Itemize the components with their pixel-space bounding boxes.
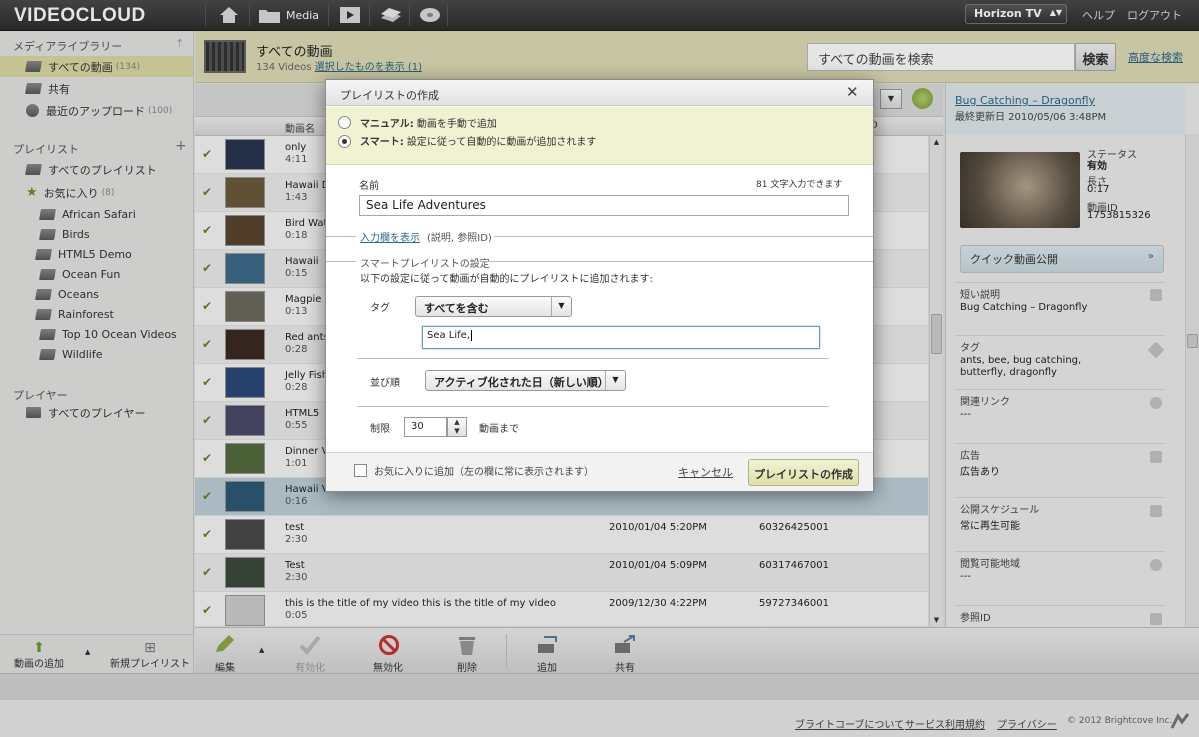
- stepper-down-icon[interactable]: ▼: [454, 427, 459, 435]
- tag-match-select[interactable]: すべてを含む ▼: [415, 296, 572, 317]
- divider: [494, 236, 873, 237]
- manual-option-label[interactable]: マニュアル: 動画を手動で追加: [360, 115, 497, 130]
- divider: [486, 261, 873, 262]
- smart-radio[interactable]: [338, 135, 351, 148]
- smart-option-label[interactable]: スマート: 設定に従って自動的に動画が追加されます: [360, 133, 596, 148]
- divider: [357, 406, 829, 407]
- limit-stepper[interactable]: ▲ ▼: [447, 417, 467, 437]
- manual-radio[interactable]: [338, 116, 351, 129]
- sort-order-label: 並び順: [370, 378, 400, 389]
- char-remaining: 81 文字入力できます: [756, 180, 843, 190]
- divider: [357, 358, 829, 359]
- dropdown-arrow-icon: ▼: [605, 371, 625, 390]
- smart-description: 設定に従って自動的に動画が追加されます: [406, 137, 597, 148]
- limit-field[interactable]: 30: [404, 417, 447, 437]
- add-to-favorites-label[interactable]: お気に入りに追加（左の欄に常に表示されます）: [374, 463, 594, 478]
- cancel-button[interactable]: キャンセル: [678, 464, 733, 480]
- sort-order-select[interactable]: アクティブ化された日（新しい順） ▼: [425, 370, 626, 391]
- create-playlist-button[interactable]: プレイリストの作成: [748, 459, 859, 486]
- smart-settings-header: スマートプレイリストの設定: [360, 259, 490, 270]
- dropdown-arrow-icon: ▼: [551, 297, 571, 316]
- tags-input[interactable]: Sea Life,: [422, 326, 820, 349]
- manual-description: 動画を手動で追加: [416, 119, 497, 130]
- add-to-favorites-checkbox[interactable]: [354, 464, 367, 477]
- dialog-title: プレイリストの作成: [326, 80, 873, 106]
- create-playlist-dialog: プレイリストの作成 ✕ マニュアル: 動画を手動で追加 スマート: 設定に従って…: [325, 79, 874, 492]
- tag-match-value: すべてを含む: [424, 302, 489, 315]
- smart-title: スマート:: [360, 137, 404, 148]
- divider: [326, 236, 356, 237]
- limit-label: 制限: [370, 424, 390, 435]
- divider: [326, 261, 356, 262]
- name-label: 名前: [359, 181, 379, 192]
- stepper-up-icon[interactable]: ▲: [454, 418, 459, 426]
- show-fields-link[interactable]: 入力欄を表示: [360, 229, 420, 244]
- sort-order-value: アクティブ化された日（新しい順）: [434, 376, 609, 389]
- smart-settings-description: 以下の設定に従って動画が自動的にプレイリストに追加されます:: [360, 274, 653, 285]
- show-fields-hint: (説明, 参照ID): [427, 233, 492, 244]
- tag-label: タグ: [370, 303, 390, 314]
- text-cursor: [471, 330, 473, 341]
- tags-input-value: Sea Life,: [427, 330, 471, 341]
- manual-title: マニュアル:: [360, 119, 414, 130]
- close-icon[interactable]: ✕: [846, 83, 859, 101]
- limit-suffix: 動画まで: [479, 424, 519, 435]
- playlist-name-field[interactable]: Sea Life Adventures: [359, 195, 849, 216]
